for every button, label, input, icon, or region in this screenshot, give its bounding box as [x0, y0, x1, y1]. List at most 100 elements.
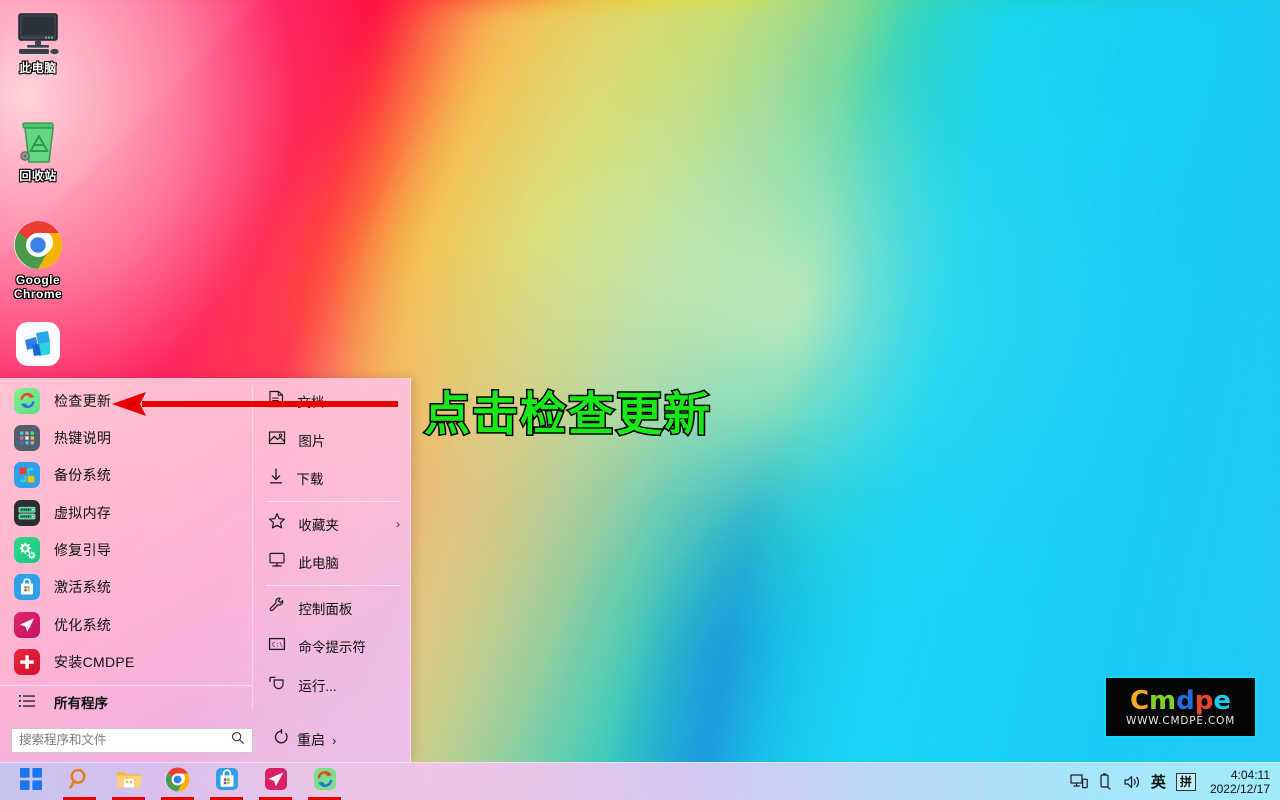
start-item-backup-system[interactable]: 备份系统 [0, 457, 252, 494]
update-icon [14, 387, 40, 414]
start-item-label: 优化系统 [54, 616, 112, 633]
start-item-all-programs[interactable]: 所有程序 [0, 684, 253, 718]
taskbar-buttons [0, 763, 349, 800]
desktop-icon-label: 回收站 [19, 169, 57, 183]
taskbar-chrome[interactable] [153, 763, 202, 800]
svg-text:C:\: C:\ [272, 641, 283, 648]
system-tray: 英 拼 4:04:11 2022/12/17 [1070, 768, 1280, 796]
cmdpe-url: WWW.CMDPE.COM [1125, 714, 1236, 727]
clock-time: 4:04:11 [1230, 767, 1270, 782]
chrome-icon [165, 767, 190, 797]
control-panel-icon [268, 596, 286, 619]
backup-icon [14, 462, 40, 489]
start-right-item-pictures[interactable]: 图片 [252, 421, 410, 460]
start-item-check-update[interactable]: 检查更新 [0, 382, 252, 419]
download-icon [268, 467, 284, 490]
repair-boot-icon [14, 536, 40, 563]
document-icon [268, 390, 285, 413]
all-programs-label: 所有程序 [54, 695, 108, 711]
taskbar-store[interactable] [202, 763, 251, 800]
start-menu[interactable]: 检查更新 热键说明 备份系统 虚拟内存 修复引导 激活系统 优化系统 安装CMD… [0, 378, 411, 762]
desktop-icon-label: Google Chrome [13, 273, 63, 301]
start-right-item-favorites[interactable]: 收藏夹 › [252, 505, 410, 544]
run-icon [268, 674, 286, 696]
start-right-item-command-prompt[interactable]: C:\ 命令提示符 [252, 627, 410, 666]
search-box[interactable] [11, 727, 253, 753]
command-prompt-icon: C:\ [268, 636, 286, 657]
start-right-item-this-pc[interactable]: 此电脑 [252, 543, 410, 582]
clock[interactable]: 4:04:11 2022/12/17 [1206, 768, 1270, 796]
menu-separator [266, 584, 400, 586]
start-item-label: 检查更新 [54, 392, 112, 409]
windows-logo-icon [19, 768, 42, 795]
taskbar-search-button[interactable] [55, 763, 104, 800]
taskbar-start-button[interactable] [6, 763, 55, 800]
start-right-item-label: 文档 [297, 395, 325, 411]
start-item-label: 修复引导 [54, 541, 112, 558]
volume-icon[interactable] [1123, 774, 1141, 790]
start-item-label: 安装CMDPE [54, 653, 135, 670]
start-item-label: 备份系统 [54, 467, 112, 484]
start-item-hotkey[interactable]: 热键说明 [0, 419, 252, 456]
clock-date: 2022/12/17 [1209, 781, 1270, 796]
start-item-activate-system[interactable]: 激活系统 [0, 569, 252, 606]
active-underline [308, 796, 341, 800]
ime-mode-indicator[interactable]: 拼 [1175, 772, 1196, 791]
menu-separator [266, 500, 400, 502]
search-input[interactable] [19, 733, 227, 747]
start-right-item-downloads[interactable]: 下载 [252, 459, 410, 498]
start-right-item-label: 命令提示符 [298, 640, 366, 656]
ime-language-indicator[interactable]: 英 [1151, 771, 1166, 792]
cmdpe-letter-d: d [1176, 685, 1195, 716]
taskbar-file-explorer[interactable] [104, 763, 153, 800]
start-item-label: 热键说明 [54, 429, 112, 446]
desktop-icon-label: 此电脑 [19, 61, 57, 75]
activate-icon [14, 574, 40, 601]
start-right-item-run[interactable]: 运行... [252, 666, 410, 705]
blue-app-icon [0, 318, 76, 372]
start-right-item-label: 下载 [296, 472, 324, 488]
search-icon [231, 731, 245, 750]
usb-eject-icon[interactable] [1098, 772, 1113, 791]
computer-icon [268, 551, 286, 573]
cmdpe-letter-c: C [1129, 685, 1150, 716]
active-underline [161, 796, 194, 800]
start-item-install-cmdpe[interactable]: 安装CMDPE [0, 643, 252, 680]
active-underline [63, 796, 96, 800]
store-icon [215, 767, 239, 796]
start-right-item-label: 收藏夹 [298, 517, 339, 533]
active-underline [259, 796, 292, 800]
network-monitor-icon[interactable] [1070, 773, 1088, 790]
start-right-item-control-panel[interactable]: 控制面板 [252, 589, 410, 628]
active-underline [210, 796, 243, 800]
restart-button[interactable]: 重启 › [273, 728, 337, 751]
cmdpe-letter-m: m [1149, 685, 1177, 716]
picture-icon [268, 429, 286, 451]
memory-icon [14, 499, 40, 526]
start-menu-bottom-bar: 重启 › [0, 718, 410, 762]
start-item-optimize-system[interactable]: 优化系统 [0, 606, 252, 643]
install-icon [14, 648, 40, 675]
chevron-right-icon: › [332, 732, 337, 748]
cmdpe-letter-p: p [1194, 685, 1214, 716]
start-right-item-label: 运行... [298, 678, 337, 694]
desktop-icon-this-pc[interactable]: 此电脑 [0, 4, 76, 75]
start-menu-left-column: 检查更新 热键说明 备份系统 虚拟内存 修复引导 激活系统 优化系统 安装CMD… [0, 378, 253, 718]
start-right-item-documents[interactable]: 文档 [252, 382, 410, 421]
start-menu-right-column: 文档 图片 下载 收藏夹 › 此电脑 控制面板 C:\ 命令提示符 运行... [252, 378, 410, 718]
start-right-item-label: 控制面板 [298, 601, 353, 617]
list-icon [14, 694, 40, 709]
taskbar[interactable]: 英 拼 4:04:11 2022/12/17 [0, 762, 1280, 800]
recycle-bin-icon [0, 112, 76, 166]
desktop-icon-blue-app[interactable] [0, 318, 76, 375]
start-item-virtual-memory[interactable]: 虚拟内存 [0, 494, 252, 531]
desktop-icon-recycle-bin[interactable]: 回收站 [0, 112, 76, 183]
restart-label: 重启 [297, 732, 325, 748]
taskbar-telegram[interactable] [251, 763, 300, 800]
monitor-icon [0, 4, 76, 58]
cmdpe-letter-e: e [1213, 685, 1232, 716]
desktop-icon-google-chrome[interactable]: Google Chrome [0, 216, 76, 301]
start-item-repair-boot[interactable]: 修复引导 [0, 531, 252, 568]
taskbar-update[interactable] [300, 763, 349, 800]
start-right-item-label: 此电脑 [298, 556, 339, 572]
